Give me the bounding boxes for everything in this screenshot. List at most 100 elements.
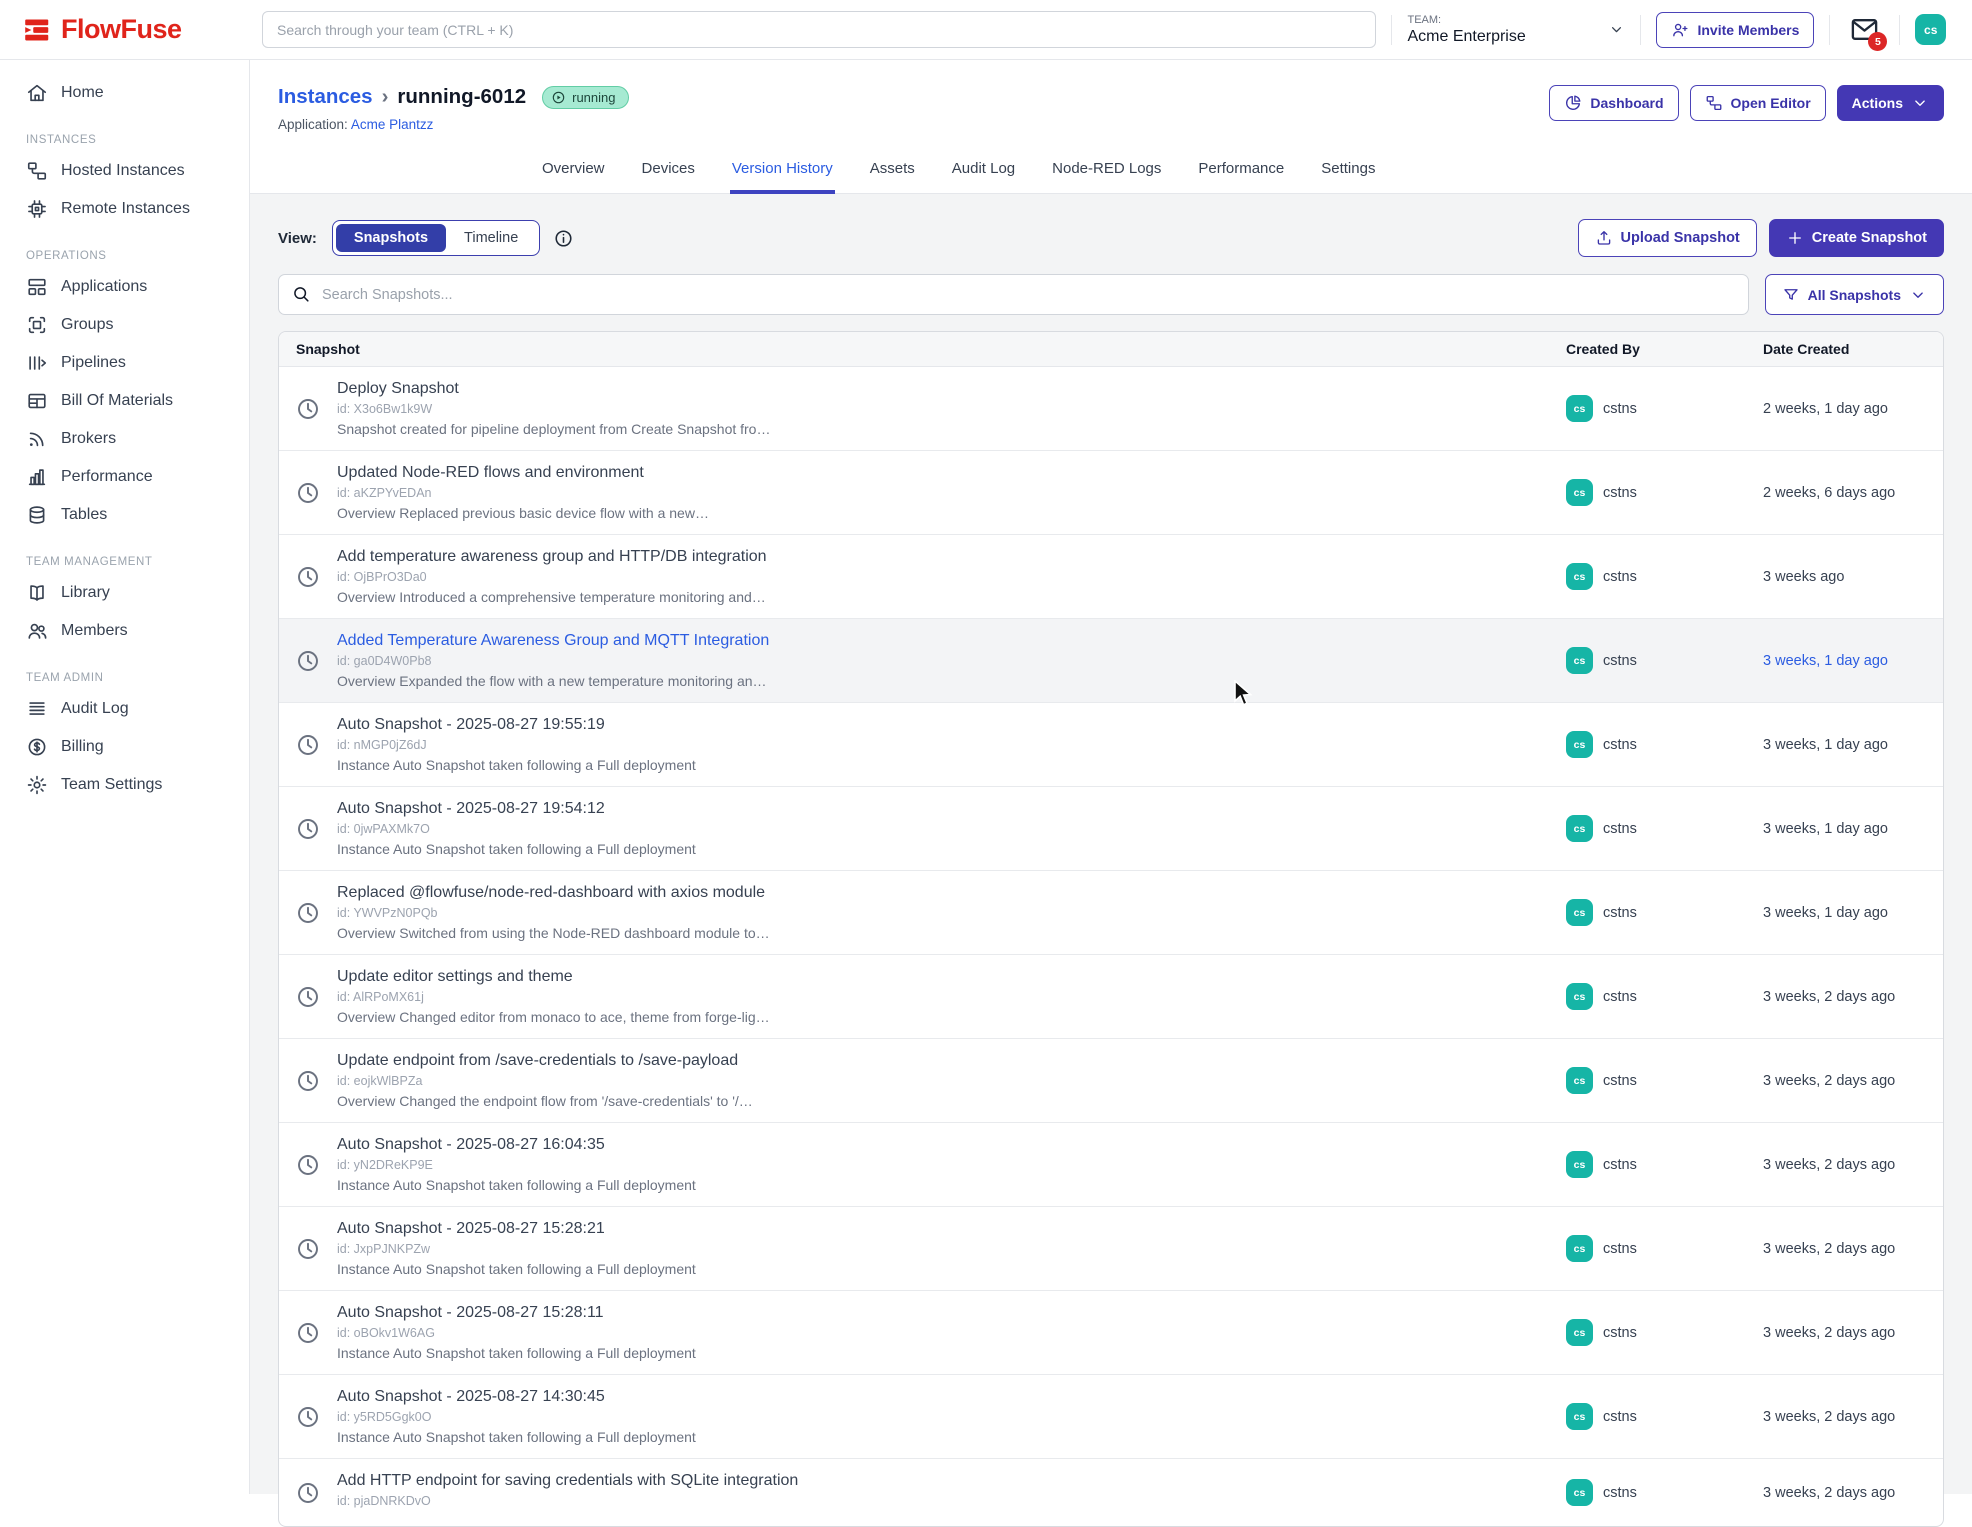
snapshot-title[interactable]: Auto Snapshot - 2025-08-27 14:30:45 xyxy=(337,1388,696,1406)
snapshot-cell xyxy=(279,1320,337,1346)
snapshot-title[interactable]: Replaced @flowfuse/node-red-dashboard wi… xyxy=(337,884,770,902)
table-row[interactable]: Added Temperature Awareness Group and MQ… xyxy=(279,618,1943,702)
dashboard-button[interactable]: Dashboard xyxy=(1549,85,1678,121)
sidebar-item-remote-instances[interactable]: Remote Instances xyxy=(0,190,249,228)
table-row[interactable]: Auto Snapshot - 2025-08-27 14:30:45id: y… xyxy=(279,1374,1943,1458)
snapshot-title[interactable]: Auto Snapshot - 2025-08-27 15:28:11 xyxy=(337,1304,696,1322)
team-selector[interactable]: TEAM: Acme Enterprise xyxy=(1407,14,1625,46)
snapshot-filter-dropdown[interactable]: All Snapshots xyxy=(1765,274,1944,315)
snapshot-title[interactable]: Auto Snapshot - 2025-08-27 19:55:19 xyxy=(337,716,696,734)
date-created: 3 weeks, 1 day ago xyxy=(1763,905,1943,921)
date-created: 3 weeks, 1 day ago xyxy=(1763,821,1943,837)
date-created: 3 weeks ago xyxy=(1763,569,1943,585)
sidebar-item-home[interactable]: Home xyxy=(0,74,249,112)
sidebar-item-groups[interactable]: Groups xyxy=(0,306,249,344)
tab-devices[interactable]: Devices xyxy=(640,152,697,194)
upload-snapshot-button[interactable]: Upload Snapshot xyxy=(1578,219,1757,257)
status-badge-label: running xyxy=(572,90,615,105)
snapshot-search-input[interactable] xyxy=(278,274,1749,315)
sidebar-item-pipelines[interactable]: Pipelines xyxy=(0,344,249,382)
snapshot-cell xyxy=(279,732,337,758)
tab-settings[interactable]: Settings xyxy=(1319,152,1377,194)
view-toggle-snapshots[interactable]: Snapshots xyxy=(336,224,446,252)
table-row[interactable]: Auto Snapshot - 2025-08-27 15:28:11id: o… xyxy=(279,1290,1943,1374)
application-link[interactable]: Acme Plantzz xyxy=(351,117,434,132)
tab-audit-log[interactable]: Audit Log xyxy=(950,152,1017,194)
date-created: 3 weeks, 1 day ago xyxy=(1763,737,1943,753)
table-row[interactable]: Replaced @flowfuse/node-red-dashboard wi… xyxy=(279,870,1943,954)
snapshot-title[interactable]: Add HTTP endpoint for saving credentials… xyxy=(337,1472,798,1490)
snapshot-cell xyxy=(279,648,337,674)
tab-node-red-logs[interactable]: Node-RED Logs xyxy=(1050,152,1163,194)
sidebar-item-label: Remote Instances xyxy=(61,200,190,218)
info-icon[interactable] xyxy=(553,228,574,249)
logo-text: FlowFuse xyxy=(61,14,182,45)
table-row[interactable]: Update endpoint from /save-credentials t… xyxy=(279,1038,1943,1122)
view-toggle-timeline[interactable]: Timeline xyxy=(446,224,536,252)
play-circle-icon xyxy=(551,90,566,105)
table-row[interactable]: Auto Snapshot - 2025-08-27 19:54:12id: 0… xyxy=(279,786,1943,870)
tab-overview[interactable]: Overview xyxy=(540,152,607,194)
table-row[interactable]: Auto Snapshot - 2025-08-27 16:04:35id: y… xyxy=(279,1122,1943,1206)
snapshot-title[interactable]: Add temperature awareness group and HTTP… xyxy=(337,548,767,566)
sidebar-item-brokers[interactable]: Brokers xyxy=(0,420,249,458)
tab-bar: Overview Devices Version History Assets Audi… xyxy=(250,152,1972,194)
team-settings-icon xyxy=(26,774,48,796)
table-row[interactable]: Updated Node-RED flows and environmentid… xyxy=(279,450,1943,534)
sidebar-item-audit-log[interactable]: Audit Log xyxy=(0,690,249,728)
created-by-cell: cscstns xyxy=(1566,983,1763,1010)
snapshot-title[interactable]: Deploy Snapshot xyxy=(337,380,770,398)
tab-version-history[interactable]: Version History xyxy=(730,152,835,194)
sidebar-item-tables[interactable]: Tables xyxy=(0,496,249,534)
snapshot-title[interactable]: Update editor settings and theme xyxy=(337,968,770,986)
global-search-input[interactable] xyxy=(262,11,1376,48)
global-search xyxy=(262,11,1376,48)
snapshot-description: Overview Expanded the flow with a new te… xyxy=(337,673,769,689)
open-editor-button[interactable]: Open Editor xyxy=(1690,85,1826,121)
snapshot-title[interactable]: Updated Node-RED flows and environment xyxy=(337,464,709,482)
date-created: 2 weeks, 1 day ago xyxy=(1763,401,1943,417)
sidebar-item-billing[interactable]: Billing xyxy=(0,728,249,766)
sidebar-item-applications[interactable]: Applications xyxy=(0,268,249,306)
top-bar: FlowFuse TEAM: Acme Enterprise Invite Me… xyxy=(0,0,1972,60)
sidebar-item-label: Tables xyxy=(61,506,107,524)
snapshot-title[interactable]: Auto Snapshot - 2025-08-27 15:28:21 xyxy=(337,1220,696,1238)
flowfuse-logo[interactable]: FlowFuse xyxy=(0,14,250,45)
snapshot-cell xyxy=(279,984,337,1010)
snapshot-title[interactable]: Update endpoint from /save-credentials t… xyxy=(337,1052,753,1070)
breadcrumb-instances-link[interactable]: Instances xyxy=(278,85,373,109)
table-row[interactable]: Add temperature awareness group and HTTP… xyxy=(279,534,1943,618)
snapshot-title[interactable]: Auto Snapshot - 2025-08-27 19:54:12 xyxy=(337,800,696,818)
create-snapshot-button[interactable]: Create Snapshot xyxy=(1769,219,1944,257)
sidebar-item-label: Hosted Instances xyxy=(61,162,185,180)
sidebar-item-team-settings[interactable]: Team Settings xyxy=(0,766,249,804)
actions-button[interactable]: Actions xyxy=(1837,85,1944,121)
tab-assets[interactable]: Assets xyxy=(868,152,917,194)
table-row[interactable]: Auto Snapshot - 2025-08-27 19:55:19id: n… xyxy=(279,702,1943,786)
user-avatar[interactable]: cs xyxy=(1915,14,1946,45)
groups-icon xyxy=(26,314,48,336)
sidebar-item-label: Groups xyxy=(61,316,113,334)
home-icon xyxy=(26,82,48,104)
sidebar-item-bill-of-materials[interactable]: Bill Of Materials xyxy=(0,382,249,420)
tab-performance[interactable]: Performance xyxy=(1196,152,1286,194)
created-by-cell: cscstns xyxy=(1566,899,1763,926)
created-by-name: cstns xyxy=(1603,1241,1637,1257)
divider xyxy=(1640,15,1641,45)
table-row[interactable]: Auto Snapshot - 2025-08-27 15:28:21id: J… xyxy=(279,1206,1943,1290)
table-row[interactable]: Deploy Snapshotid: X3o6Bw1k9WSnapshot cr… xyxy=(279,367,1943,450)
sidebar-item-hosted-instances[interactable]: Hosted Instances xyxy=(0,152,249,190)
invite-members-button[interactable]: Invite Members xyxy=(1656,12,1814,48)
snapshot-title[interactable]: Auto Snapshot - 2025-08-27 16:04:35 xyxy=(337,1136,696,1154)
sidebar-item-members[interactable]: Members xyxy=(0,612,249,650)
notification-badge: 5 xyxy=(1868,32,1887,51)
sidebar-item-library[interactable]: Library xyxy=(0,574,249,612)
clock-icon xyxy=(295,1404,321,1430)
sidebar-item-performance[interactable]: Performance xyxy=(0,458,249,496)
snapshot-description: Instance Auto Snapshot taken following a… xyxy=(337,1345,696,1361)
table-row[interactable]: Add HTTP endpoint for saving credentials… xyxy=(279,1458,1943,1526)
table-row[interactable]: Update editor settings and themeid: AlRP… xyxy=(279,954,1943,1038)
notifications-button[interactable]: 5 xyxy=(1849,14,1880,45)
snapshot-title[interactable]: Added Temperature Awareness Group and MQ… xyxy=(337,632,769,650)
snapshot-description: Instance Auto Snapshot taken following a… xyxy=(337,1177,696,1193)
